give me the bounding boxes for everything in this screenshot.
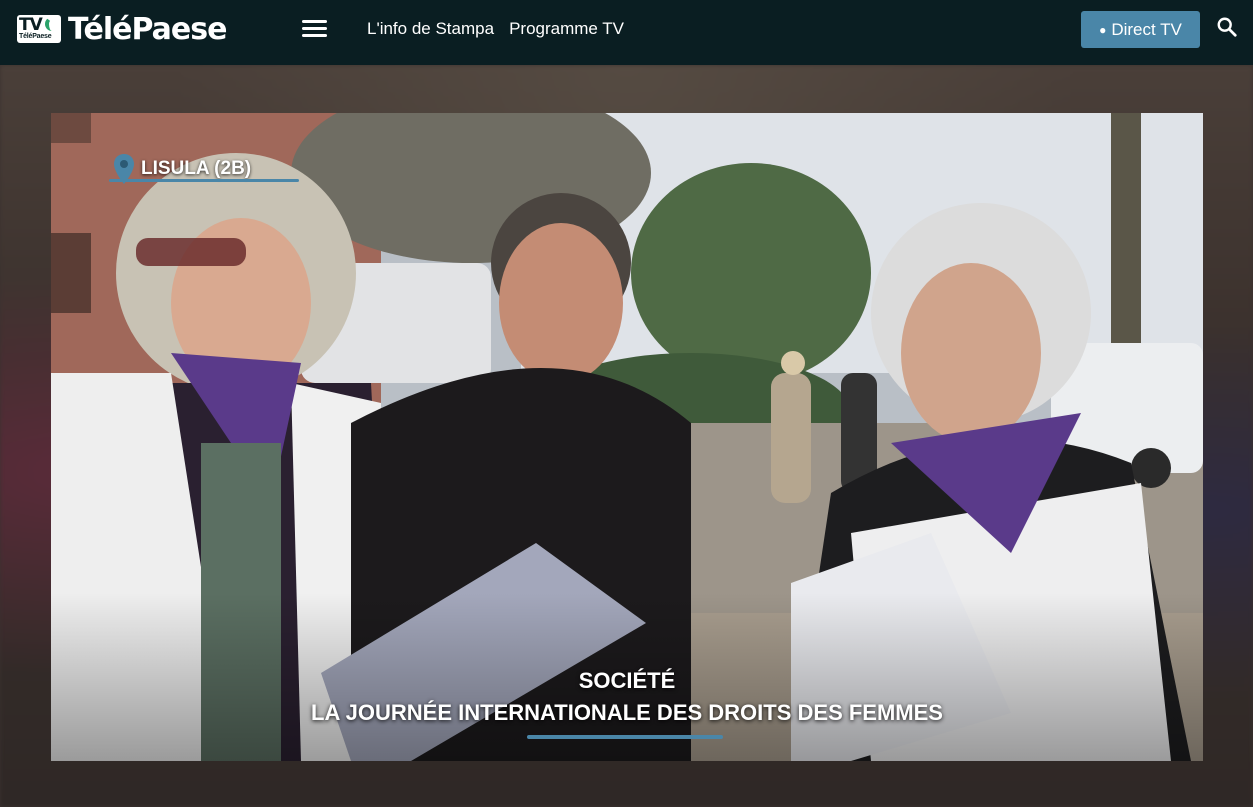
site-logo[interactable]: TV TéléPaese TéléPaese — [17, 11, 227, 47]
logo-badge: TV TéléPaese — [17, 15, 61, 43]
logo-badge-small-text: TéléPaese — [19, 33, 52, 40]
hero-headline[interactable]: LA JOURNÉE INTERNATIONALE DES DROITS DES… — [51, 700, 1203, 726]
location-underline — [109, 179, 299, 182]
hero-category: SOCIÉTÉ — [578, 668, 676, 693]
direct-tv-label: Direct TV — [1111, 19, 1182, 39]
main-nav: L'info de Stampa Programme TV — [367, 19, 624, 39]
hero-video-still[interactable]: LISULA (2B) SOCIÉTÉ LA JOURNÉE INTERNATI… — [51, 113, 1203, 761]
nav-item-programme-tv[interactable]: Programme TV — [509, 19, 624, 39]
nav-item-info-de-stampa[interactable]: L'info de Stampa — [367, 19, 494, 39]
search-icon[interactable] — [1216, 16, 1238, 38]
hero-caption: SOCIÉTÉ LA JOURNÉE INTERNATIONALE DES DR… — [51, 668, 1203, 726]
logo-swoosh-icon — [45, 17, 59, 31]
logo-text: TéléPaese — [68, 11, 227, 47]
hamburger-menu-icon[interactable] — [302, 19, 327, 39]
live-dot-icon: ● — [1099, 22, 1107, 37]
top-navigation-bar: TV TéléPaese TéléPaese L'info de Stampa … — [0, 0, 1253, 65]
direct-tv-button[interactable]: ● Direct TV — [1081, 11, 1200, 48]
logo-badge-tv: TV — [19, 15, 43, 35]
hero-image — [51, 113, 1203, 761]
location-text: LISULA (2B) — [141, 158, 252, 179]
caption-underline — [527, 735, 723, 739]
